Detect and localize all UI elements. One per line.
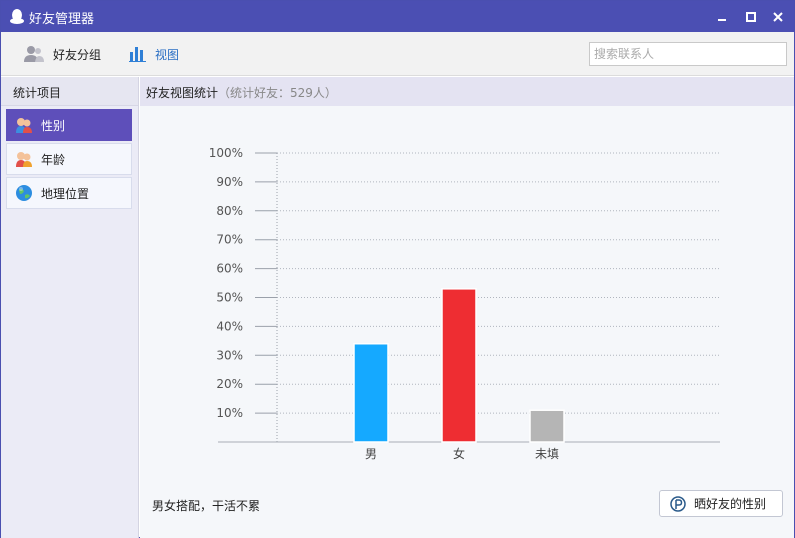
minimize-icon — [718, 19, 726, 21]
y-tick-label: 50% — [216, 291, 243, 305]
y-tick-label: 90% — [216, 175, 243, 189]
sidebar-item-location[interactable]: 地理位置 — [6, 177, 132, 209]
stats-panel: 好友视图统计（统计好友：529人） 10% 20% 30% 40% 50% 60% 70% 8… — [140, 77, 794, 538]
view-button[interactable]: 视图 — [129, 43, 179, 65]
share-label: 晒好友的性别 — [694, 497, 767, 511]
x-tick-label: 未填 — [535, 447, 559, 461]
view-label: 视图 — [155, 47, 180, 62]
y-tick-label: 10% — [216, 406, 243, 420]
bar-2 — [529, 409, 565, 443]
y-tick-label: 100% — [209, 146, 243, 160]
share-gender-button[interactable]: 晒好友的性别 — [659, 490, 783, 517]
friend-groups-button[interactable]: 好友分组 — [23, 43, 101, 65]
sidebar-item-label: 年龄 — [41, 152, 66, 167]
age-icon — [16, 152, 32, 167]
stats-title: 好友视图统计 — [146, 86, 219, 100]
penguin-icon — [10, 9, 24, 24]
y-tick-label: 60% — [216, 262, 243, 276]
people-icon — [24, 46, 44, 62]
y-tick-label: 70% — [216, 233, 243, 247]
sidebar-item-age[interactable]: 年龄 — [6, 143, 132, 175]
bar-1 — [441, 288, 477, 443]
share-icon — [670, 495, 686, 512]
toolbar: 好友分组 视图 — [1, 32, 794, 76]
footer-caption: 男女搭配，干活不累 — [152, 499, 261, 513]
maximize-icon — [746, 12, 756, 22]
sidebar-item-label: 地理位置 — [41, 186, 90, 201]
gender-icon — [16, 118, 32, 133]
title-bar: 好友管理器 — [1, 1, 794, 32]
close-icon — [773, 12, 783, 22]
y-tick-label: 20% — [216, 377, 243, 391]
stats-header: 好友视图统计（统计好友：529人） — [140, 77, 794, 106]
x-tick-label: 女 — [453, 446, 465, 461]
friend-manager-window: 好友管理器 好友分组 视图 搜索联系人 统计项目 性别 年龄 地理位置 好友视图… — [0, 0, 795, 538]
close-button[interactable] — [768, 7, 788, 27]
sidebar: 统计项目 性别 年龄 地理位置 — [1, 77, 139, 538]
gender-bar-chart: 10% 20% 30% 40% 50% 60% 70% 80% 90% 100% 男 女 未填 — [209, 146, 720, 461]
x-tick-label: 男 — [365, 447, 377, 461]
sidebar-header: 统计项目 — [1, 77, 138, 106]
search-input[interactable] — [589, 42, 787, 66]
friend-groups-label: 好友分组 — [53, 47, 102, 62]
sidebar-item-label: 性别 — [41, 118, 66, 133]
window-title: 好友管理器 — [29, 12, 95, 27]
bar-0 — [353, 342, 389, 443]
globe-icon — [16, 185, 32, 201]
bar-chart-icon — [129, 47, 146, 62]
stats-subtitle: （统计好友：529人） — [218, 86, 337, 100]
maximize-button[interactable] — [741, 7, 761, 27]
y-tick-label: 80% — [216, 204, 243, 218]
y-tick-label: 40% — [216, 319, 243, 333]
minimize-button[interactable] — [712, 7, 732, 27]
sidebar-item-gender[interactable]: 性别 — [6, 109, 132, 141]
y-tick-label: 30% — [216, 348, 243, 362]
